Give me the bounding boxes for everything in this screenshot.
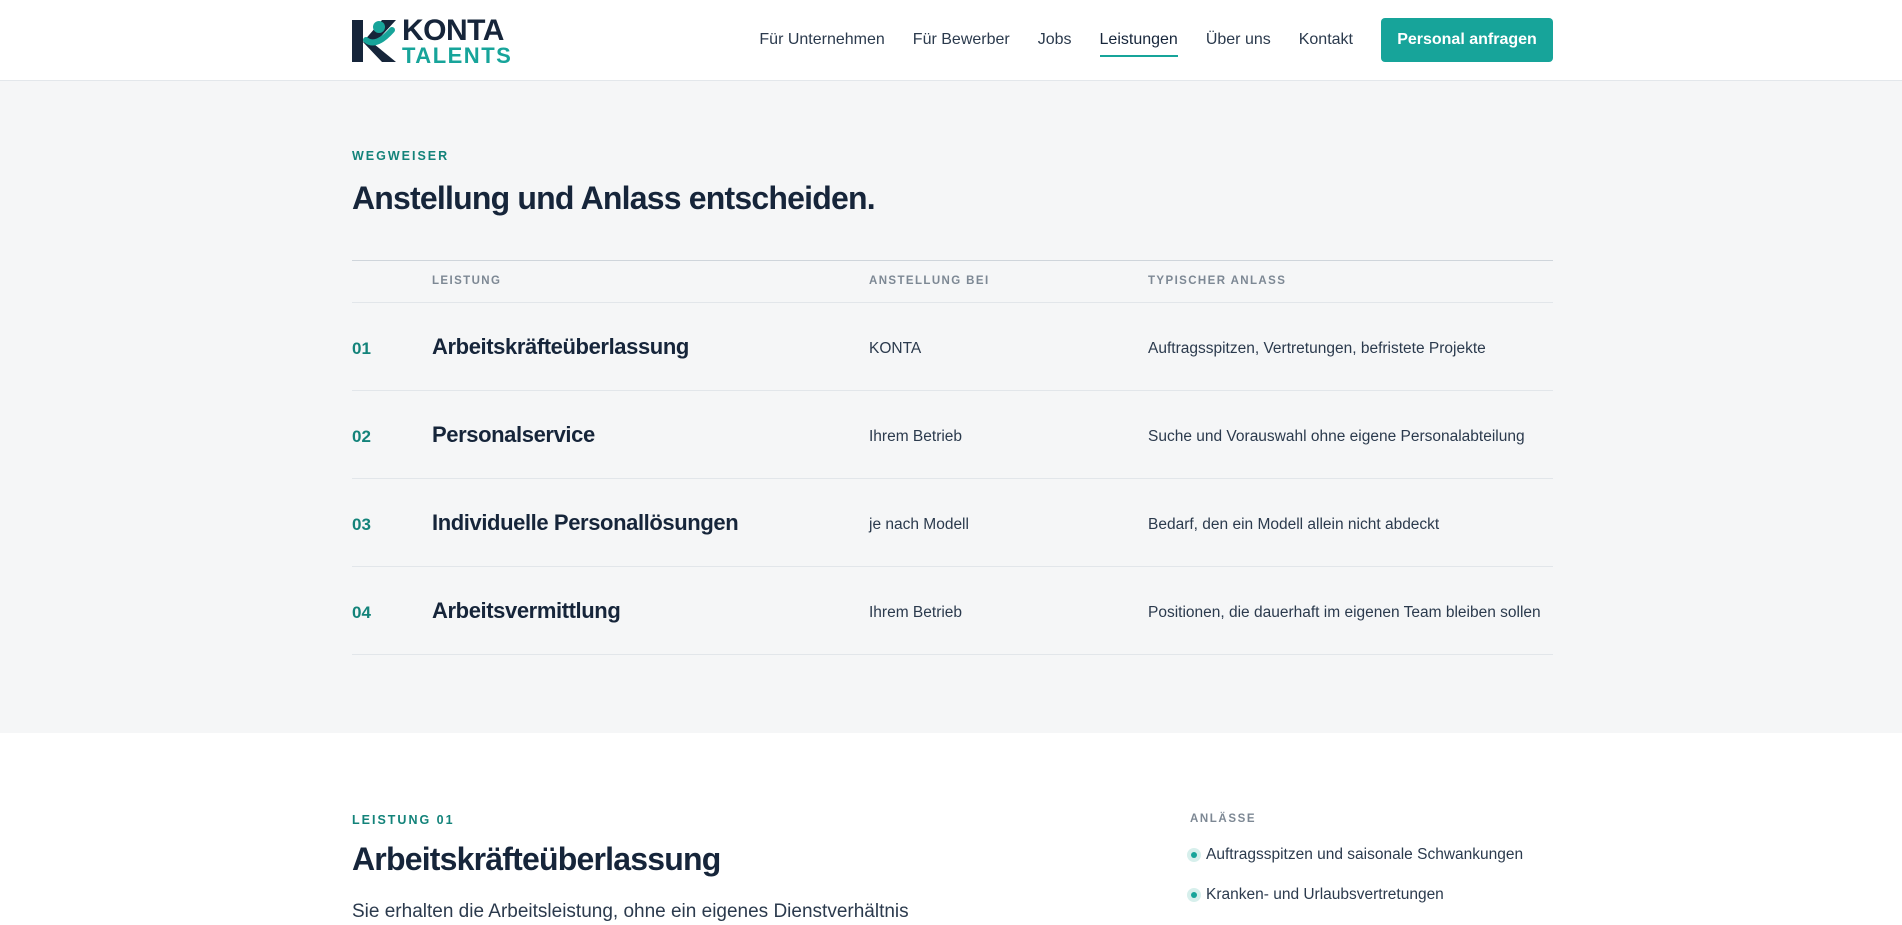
occasions-aside: ANLÄSSE Auftragsspitzen und saisonale Sc…	[1187, 813, 1553, 925]
occasion-text: Kranken- und Urlaubsvertretungen	[1206, 886, 1444, 903]
header-inner: KONTA TALENTS Für Unternehmen Für Bewerb…	[352, 0, 1553, 80]
logo[interactable]: KONTA TALENTS	[352, 13, 522, 68]
service-name[interactable]: Arbeitskräfteüberlassung	[432, 334, 689, 360]
occasion-cell: Bedarf, den ein Modell allein nicht abde…	[1148, 516, 1440, 533]
service-name[interactable]: Arbeitsvermittlung	[432, 598, 621, 624]
column-header-employment: ANSTELLUNG BEI	[869, 275, 990, 287]
detail-eyebrow: LEISTUNG 01	[352, 813, 455, 827]
row-number: 02	[352, 427, 371, 446]
occasion-text: Auftragsspitzen und saisonale Schwankung…	[1206, 846, 1524, 863]
employment-cell: KONTA	[869, 340, 922, 357]
service-name[interactable]: Individuelle Personallösungen	[432, 510, 739, 536]
list-item: Kranken- und Urlaubsvertretungen	[1187, 885, 1553, 905]
employment-cell: Ihrem Betrieb	[869, 604, 963, 621]
column-header-occasion: TYPISCHER ANLASS	[1148, 275, 1287, 287]
services-table: LEISTUNG ANSTELLUNG BEI TYPISCHER ANLASS…	[352, 260, 1553, 655]
personal-anfragen-button[interactable]: Personal anfragen	[1381, 18, 1553, 62]
bullet-dot-icon	[1187, 888, 1201, 902]
main-nav: Für Unternehmen Für Bewerber Jobs Leistu…	[731, 0, 1353, 80]
occasions-list: Auftragsspitzen und saisonale Schwankung…	[1187, 845, 1553, 905]
occasions-title: ANLÄSSE	[1190, 813, 1257, 825]
occasion-cell: Auftragsspitzen, Vertretungen, befristet…	[1148, 340, 1486, 357]
occasion-cell: Positionen, die dauerhaft im eigenen Tea…	[1148, 604, 1541, 621]
table-row[interactable]: 02 Personalservice Ihrem Betrieb Suche u…	[352, 391, 1553, 479]
bullet-dot-icon	[1187, 848, 1201, 862]
nav-item-fuer-unternehmen[interactable]: Für Unternehmen	[759, 25, 884, 55]
employment-cell: je nach Modell	[869, 516, 969, 533]
site-header: KONTA TALENTS Für Unternehmen Für Bewerb…	[0, 0, 1902, 81]
detail-lead: Sie erhalten die Arbeitsleistung, ohne e…	[352, 901, 909, 922]
logo-mark-icon	[352, 20, 396, 62]
nav-item-leistungen[interactable]: Leistungen	[1099, 25, 1179, 57]
column-header-service: LEISTUNG	[432, 275, 502, 287]
guide-section: WEGWEISER Anstellung und Anlass entschei…	[0, 81, 1902, 733]
logo-konta: KONTA	[402, 13, 504, 47]
table-row[interactable]: 03 Individuelle Personallösungen je nach…	[352, 479, 1553, 567]
table-row[interactable]: 04 Arbeitsvermittlung Ihrem Betrieb Posi…	[352, 567, 1553, 655]
service-detail-section: LEISTUNG 01 Arbeitskräfteüberlassung Sie…	[0, 733, 1902, 922]
detail-title: Arbeitskräfteüberlassung	[352, 841, 721, 877]
nav-item-ueber-uns[interactable]: Über uns	[1206, 25, 1271, 55]
service-name[interactable]: Personalservice	[432, 422, 595, 448]
guide-title: Anstellung und Anlass entscheiden.	[352, 180, 876, 216]
nav-item-jobs[interactable]: Jobs	[1038, 25, 1072, 55]
nav-item-fuer-bewerber[interactable]: Für Bewerber	[913, 25, 1010, 55]
occasion-cell: Suche und Vorauswahl ohne eigene Persona…	[1148, 428, 1525, 445]
row-number: 03	[352, 515, 371, 534]
row-number: 04	[352, 603, 371, 622]
table-header: LEISTUNG ANSTELLUNG BEI TYPISCHER ANLASS	[352, 261, 1553, 303]
row-number: 01	[352, 339, 371, 358]
table-row[interactable]: 01 Arbeitskräfteüberlassung KONTA Auftra…	[352, 303, 1553, 391]
guide-eyebrow: WEGWEISER	[352, 149, 450, 163]
list-item: Auftragsspitzen und saisonale Schwankung…	[1187, 845, 1553, 865]
logo-talents: TALENTS	[402, 42, 513, 68]
logo-text: KONTA TALENTS	[402, 13, 513, 68]
nav-item-kontakt[interactable]: Kontakt	[1299, 25, 1353, 55]
employment-cell: Ihrem Betrieb	[869, 428, 963, 445]
